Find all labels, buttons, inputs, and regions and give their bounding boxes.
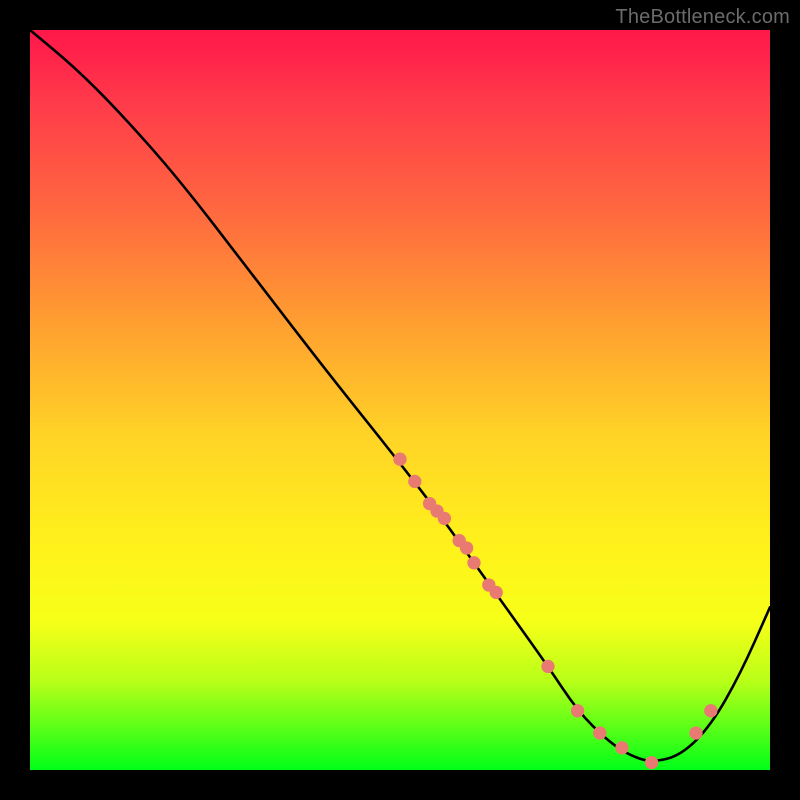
scatter-point bbox=[615, 741, 628, 754]
chart-frame: TheBottleneck.com bbox=[0, 0, 800, 800]
scatter-point bbox=[408, 475, 421, 488]
plot-area bbox=[30, 30, 770, 770]
scatter-points bbox=[393, 453, 717, 770]
scatter-point bbox=[689, 726, 702, 739]
chart-svg bbox=[30, 30, 770, 770]
scatter-point bbox=[393, 453, 406, 466]
scatter-point bbox=[571, 704, 584, 717]
scatter-point bbox=[490, 586, 503, 599]
scatter-point bbox=[593, 726, 606, 739]
scatter-point bbox=[438, 512, 451, 525]
scatter-point bbox=[541, 660, 554, 673]
bottleneck-curve bbox=[30, 30, 770, 761]
scatter-point bbox=[704, 704, 717, 717]
scatter-point bbox=[645, 756, 658, 769]
scatter-point bbox=[460, 541, 473, 554]
watermark-text: TheBottleneck.com bbox=[615, 6, 790, 29]
scatter-point bbox=[467, 556, 480, 569]
